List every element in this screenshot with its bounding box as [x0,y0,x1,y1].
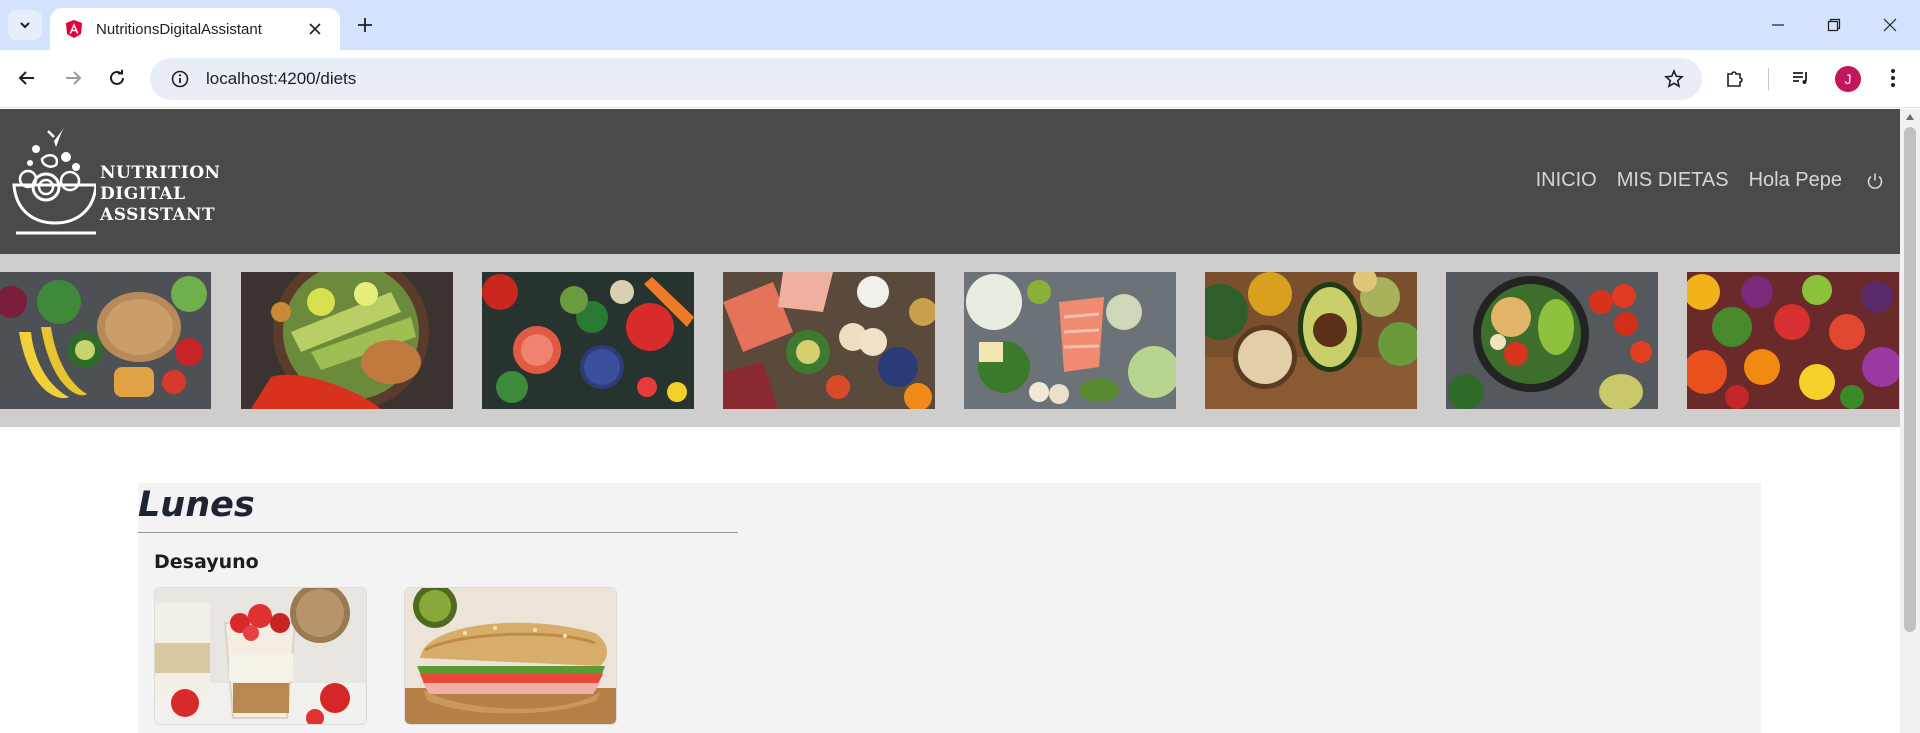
forward-button[interactable] [56,61,90,95]
minimize-button[interactable] [1750,0,1806,50]
caret-up-icon [1906,114,1914,120]
toolbar-separator [1768,68,1769,90]
gallery-image-chickpea-bowl [1446,272,1658,409]
profile-avatar[interactable]: J [1835,66,1861,92]
nav-user-greeting[interactable]: Hola Pepe [1749,169,1842,192]
reload-button[interactable] [100,61,134,95]
browser-tabstrip: NutritionsDigitalAssistant [0,0,1920,50]
logout-button[interactable] [1864,170,1886,192]
browser-menu-button[interactable] [1876,61,1910,95]
power-icon [1867,173,1883,189]
meal-title: Desayuno [154,551,259,573]
logo-wordmark: NUTRITION DIGITAL ASSISTANT [100,163,221,226]
logo-line: NUTRITION [100,163,221,183]
browser-tab-active[interactable]: NutritionsDigitalAssistant [50,8,340,50]
tab-close-button[interactable] [302,16,328,42]
nav-link-mis-dietas[interactable]: MIS DIETAS [1617,169,1729,192]
scrollbar-thumb[interactable] [1904,127,1916,632]
more-vertical-icon [1891,69,1895,87]
tab-search-button[interactable] [8,10,42,40]
tab-title: NutritionsDigitalAssistant [96,20,262,38]
info-icon [171,70,189,88]
reload-icon [110,69,124,85]
gallery-image-salmon-greens [964,272,1176,409]
angular-favicon-icon [66,20,82,38]
bookmark-button[interactable] [1654,69,1694,89]
main-nav: INICIO MIS DIETAS Hola Pepe [1516,169,1886,192]
scroll-up-button[interactable] [1900,109,1920,125]
food-image-gallery [0,254,1900,427]
arrow-left-icon [18,71,34,85]
app-header: NUTRITION DIGITAL ASSISTANT INICIO MIS D… [0,109,1900,254]
url-text[interactable]: localhost:4200/diets [206,69,1654,89]
gallery-image-spices-avocado [1205,272,1417,409]
playlist-icon [1793,72,1807,84]
day-divider [138,532,738,533]
arrow-right-icon [66,71,82,85]
star-icon [1664,69,1684,88]
chevron-down-icon [20,22,30,29]
salad-bowl-logo-icon [12,125,96,235]
new-tab-button[interactable] [350,10,380,40]
close-icon [1883,18,1897,32]
browser-toolbar: localhost:4200/diets J [0,50,1920,108]
gallery-image-protein-mix [723,272,935,409]
logo-line: DIGITAL [100,184,186,204]
minimize-icon [1772,24,1784,26]
page-scrollbar[interactable] [1900,109,1920,733]
page-viewport: NUTRITION DIGITAL ASSISTANT INICIO MIS D… [0,109,1900,733]
meal-image-strawberry-parfait[interactable] [154,587,367,725]
app-logo[interactable]: NUTRITION DIGITAL ASSISTANT [10,123,220,235]
site-info-button[interactable] [160,70,200,88]
close-window-button[interactable] [1862,0,1918,50]
address-bar[interactable]: localhost:4200/diets [150,58,1702,100]
restore-icon [1827,18,1841,32]
extensions-button[interactable] [1718,61,1752,95]
meal-image-sandwich[interactable] [404,587,617,725]
restore-button[interactable] [1806,0,1862,50]
back-button[interactable] [10,61,44,95]
gallery-image-salad-bowl [241,272,453,409]
logo-line: ASSISTANT [100,205,216,225]
day-title: Lunes [138,485,255,525]
plus-icon [358,18,372,32]
nav-link-inicio[interactable]: INICIO [1536,169,1597,192]
gallery-image-vegetables-berries [482,272,694,409]
gallery-image-colorful-fruits [1687,272,1899,409]
close-icon [309,23,321,35]
media-controls-button[interactable] [1784,61,1818,95]
puzzle-icon [1727,71,1743,87]
diet-day-card: Lunes Desayuno [138,483,1761,733]
gallery-image-produce-bread [0,272,211,409]
